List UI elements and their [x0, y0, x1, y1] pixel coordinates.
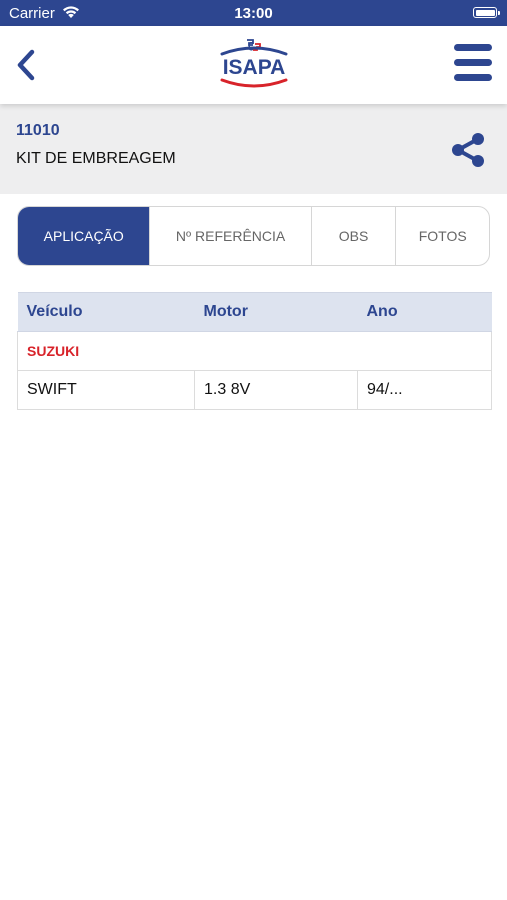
clock: 13:00	[234, 5, 273, 22]
column-header-year: Ano	[357, 292, 492, 332]
menu-button[interactable]	[452, 44, 494, 82]
hamburger-icon	[454, 44, 492, 51]
brand-row: SUZUKI	[17, 331, 492, 371]
status-bar: Carrier 13:00	[0, 0, 507, 26]
product-header: 11010 KIT DE EMBREAGEM	[0, 104, 507, 194]
table-header-row: Veículo Motor Ano	[17, 292, 492, 332]
navigation-bar: ʗ ISAPA	[0, 26, 507, 104]
column-header-vehicle: Veículo	[17, 292, 195, 332]
share-button[interactable]	[448, 130, 488, 170]
product-name: KIT DE EMBREAGEM	[16, 150, 176, 167]
tab-bar: APLICAÇÃO Nº REFERÊNCIA OBS FOTOS	[17, 206, 490, 266]
engine-cell: 1.3 8V	[194, 370, 358, 410]
brand-label: SUZUKI	[17, 331, 492, 371]
chevron-left-icon	[17, 49, 35, 81]
svg-text:ISAPA: ISAPA	[223, 56, 286, 79]
tab-referencia[interactable]: Nº REFERÊNCIA	[150, 207, 312, 265]
year-cell: 94/...	[357, 370, 492, 410]
battery-icon	[473, 7, 500, 18]
product-code: 11010	[16, 122, 60, 139]
application-table: Veículo Motor Ano SUZUKI SWIFT 1.3 8V 94…	[17, 292, 492, 410]
table-row[interactable]: SWIFT 1.3 8V 94/...	[17, 370, 492, 410]
share-icon	[452, 133, 484, 167]
tab-obs[interactable]: OBS	[312, 207, 397, 265]
isapa-logo: ʗ ISAPA	[220, 39, 288, 88]
tab-aplicacao[interactable]: APLICAÇÃO	[18, 207, 151, 265]
back-button[interactable]	[12, 46, 44, 84]
tab-fotos[interactable]: FOTOS	[396, 207, 489, 265]
column-header-engine: Motor	[194, 292, 358, 332]
vehicle-cell: SWIFT	[17, 370, 195, 410]
